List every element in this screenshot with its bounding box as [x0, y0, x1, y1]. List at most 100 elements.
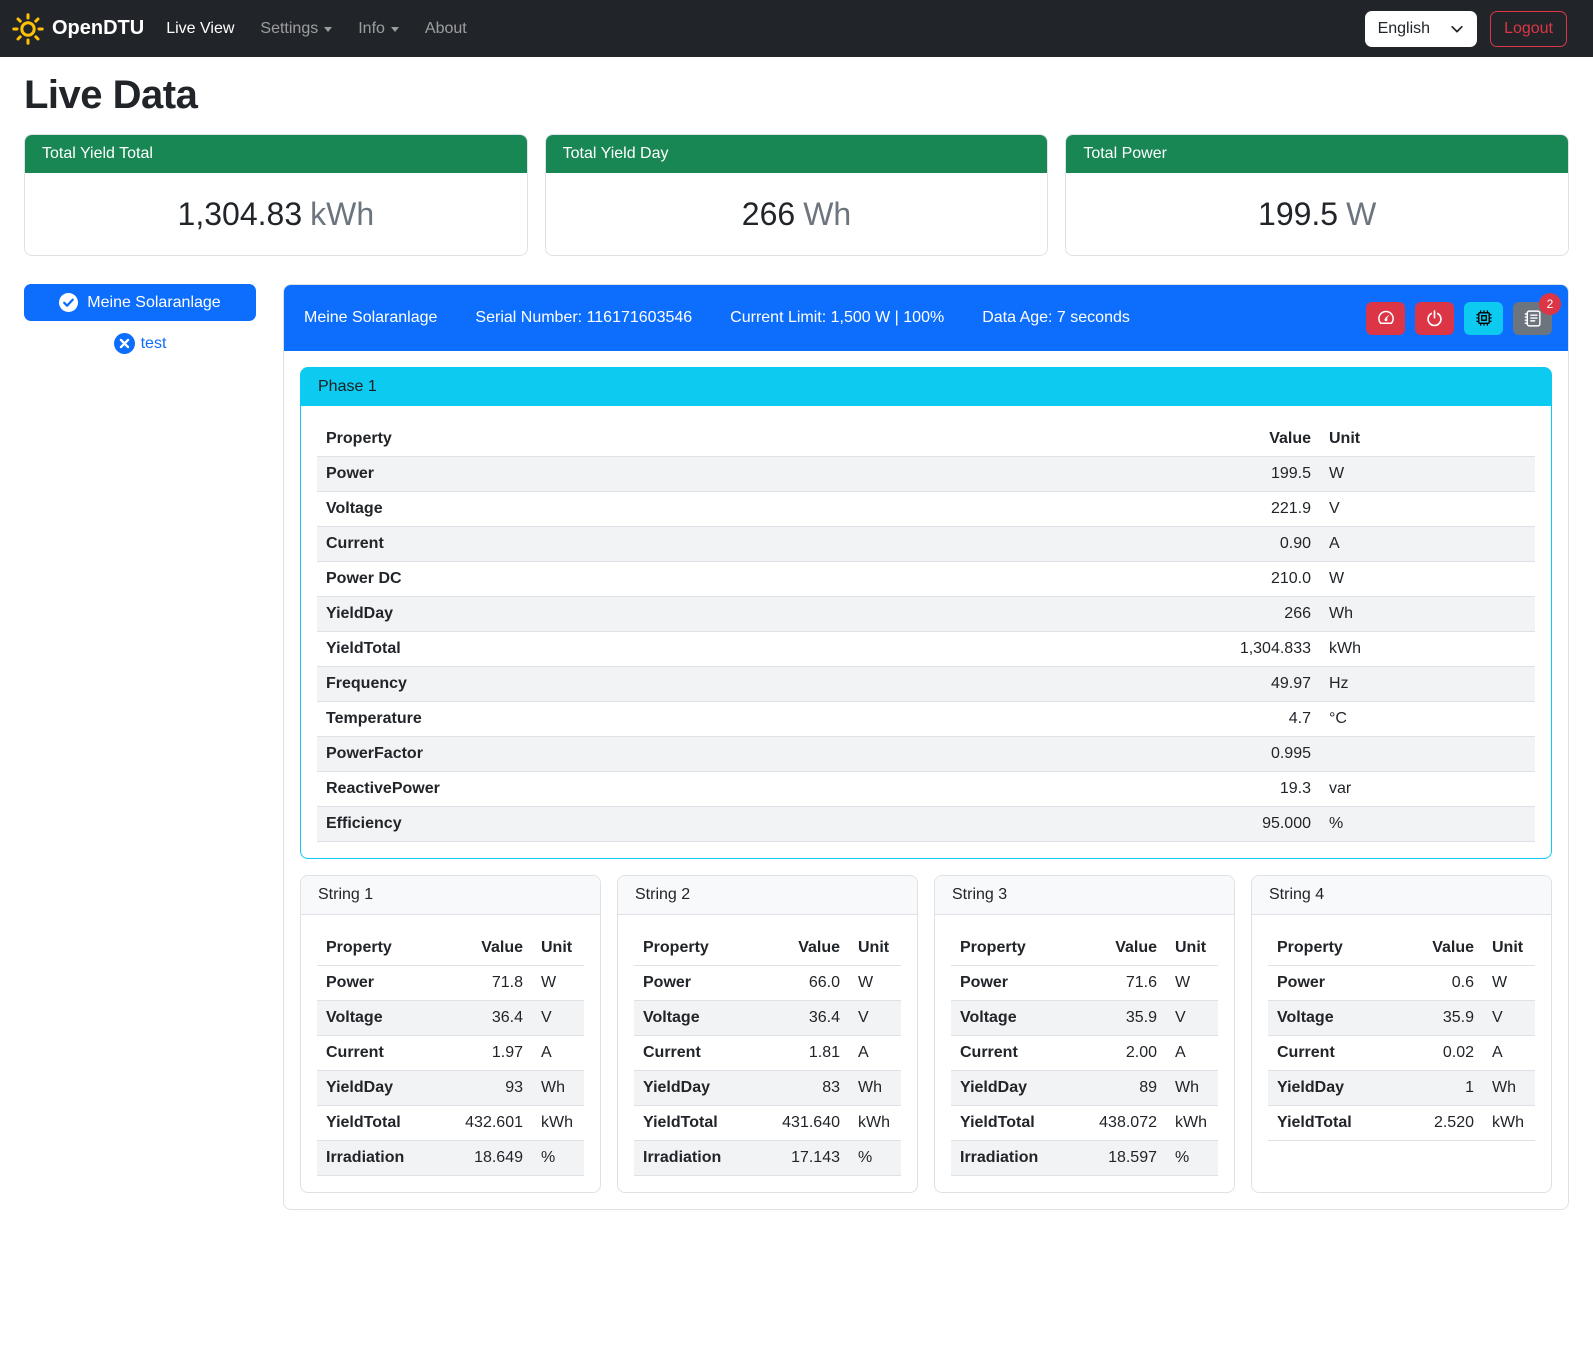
table-row: YieldDay89Wh: [951, 1071, 1218, 1106]
value-cell: 18.597: [1061, 1141, 1166, 1176]
nav-item-live-view[interactable]: Live View: [166, 20, 234, 38]
string-table-container: PropertyValueUnitPower0.6WVoltage35.9VCu…: [1268, 931, 1535, 1141]
property-cell: Current: [951, 1036, 1061, 1071]
inverter-card: Meine Solaranlage Serial Number: 1161716…: [283, 284, 1569, 1210]
property-cell: YieldDay: [317, 597, 915, 632]
unit-cell: A: [1320, 527, 1535, 562]
value-cell: 1.81: [744, 1036, 849, 1071]
page-title: Live Data: [24, 73, 1569, 118]
nav-item-info[interactable]: Info: [358, 20, 399, 38]
value-cell: 0.995: [915, 737, 1320, 772]
value-cell: 210.0: [915, 562, 1320, 597]
inverter-item-test[interactable]: test: [114, 333, 167, 354]
property-cell: Current: [634, 1036, 744, 1071]
table-row: Power71.6W: [951, 966, 1218, 1001]
value-cell: 4.7: [915, 702, 1320, 737]
value-cell: 2.00: [1061, 1036, 1166, 1071]
limit-settings-button[interactable]: [1366, 302, 1405, 335]
phase-card-title: Phase 1: [301, 368, 1551, 406]
brand-label: OpenDTU: [52, 17, 144, 40]
unit-cell: Wh: [849, 1071, 901, 1106]
nav-item-label: About: [425, 20, 467, 38]
table-row: Power DC210.0W: [317, 562, 1535, 597]
power-icon: [1425, 309, 1444, 328]
property-cell: Voltage: [317, 1001, 427, 1036]
unit-cell: V: [532, 1001, 584, 1036]
column-header: Value: [915, 422, 1320, 457]
nav-item-about[interactable]: About: [425, 20, 467, 38]
table-row: Irradiation18.597%: [951, 1141, 1218, 1176]
string-card-1: String 1 PropertyValueUnitPower71.8WVolt…: [300, 875, 601, 1193]
event-log-button[interactable]: 2: [1513, 302, 1552, 335]
language-select[interactable]: English: [1365, 11, 1477, 47]
inverter-data-age: Data Age: 7 seconds: [982, 309, 1130, 327]
data-table: PropertyValueUnitPower0.6WVoltage35.9VCu…: [1268, 931, 1535, 1141]
column-header: Unit: [1166, 931, 1218, 966]
table-row: Voltage35.9V: [951, 1001, 1218, 1036]
value-cell: 36.4: [427, 1001, 532, 1036]
brand[interactable]: OpenDTU: [12, 13, 144, 45]
table-row: Voltage35.9V: [1268, 1001, 1535, 1036]
table-row: Voltage36.4V: [634, 1001, 901, 1036]
property-cell: Irradiation: [634, 1141, 744, 1176]
power-button[interactable]: [1415, 302, 1454, 335]
inverter-sidebar: Meine Solaranlage test: [24, 284, 256, 354]
inverter-serial: Serial Number: 116171603546: [475, 309, 692, 327]
value-cell: 18.649: [427, 1141, 532, 1176]
column-header: Property: [1268, 931, 1378, 966]
phase-table-container: PropertyValueUnitPower199.5WVoltage221.9…: [317, 422, 1535, 842]
column-header: Property: [951, 931, 1061, 966]
string-card-title: String 2: [618, 876, 917, 915]
value-cell: 17.143: [744, 1141, 849, 1176]
speedometer-icon: [1376, 308, 1396, 328]
table-row: Irradiation18.649%: [317, 1141, 584, 1176]
table-row: YieldTotal431.640kWh: [634, 1106, 901, 1141]
chevron-down-icon: [1450, 22, 1464, 36]
table-row: Irradiation17.143%: [634, 1141, 901, 1176]
column-header: Property: [634, 931, 744, 966]
inverter-name: Meine Solaranlage: [304, 309, 437, 327]
table-row: Current1.97A: [317, 1036, 584, 1071]
unit-cell: Wh: [1320, 597, 1535, 632]
unit-cell: A: [1166, 1036, 1218, 1071]
string-card-3: String 3 PropertyValueUnitPower71.6WVolt…: [934, 875, 1235, 1193]
phase-card: Phase 1 PropertyValueUnitPower199.5WVolt…: [300, 367, 1552, 859]
column-header: Property: [317, 422, 915, 457]
property-cell: YieldDay: [634, 1071, 744, 1106]
table-row: Frequency49.97Hz: [317, 667, 1535, 702]
table-row: Temperature4.7°C: [317, 702, 1535, 737]
property-cell: Irradiation: [951, 1141, 1061, 1176]
device-info-button[interactable]: [1464, 302, 1503, 335]
card-title: Total Yield Total: [25, 135, 527, 173]
table-row: Power71.8W: [317, 966, 584, 1001]
property-cell: Power: [634, 966, 744, 1001]
value-cell: 71.8: [427, 966, 532, 1001]
column-header: Unit: [849, 931, 901, 966]
property-cell: Current: [317, 1036, 427, 1071]
card-unit: W: [1346, 196, 1376, 232]
event-count-badge: 2: [1539, 293, 1561, 315]
inverter-selected-label: Meine Solaranlage: [87, 294, 220, 312]
column-header: Unit: [1320, 422, 1535, 457]
chevron-down-icon: [391, 27, 399, 32]
value-cell: 1,304.833: [915, 632, 1320, 667]
unit-cell: V: [1166, 1001, 1218, 1036]
string-card-title: String 4: [1252, 876, 1551, 915]
table-row: Current0.90A: [317, 527, 1535, 562]
unit-cell: A: [849, 1036, 901, 1071]
value-cell: 36.4: [744, 1001, 849, 1036]
unit-cell: Wh: [532, 1071, 584, 1106]
property-cell: Power: [951, 966, 1061, 1001]
inverter-selected-button[interactable]: Meine Solaranlage: [24, 284, 256, 321]
table-row: YieldDay83Wh: [634, 1071, 901, 1106]
card-title: Total Power: [1066, 135, 1568, 173]
property-cell: YieldTotal: [317, 1106, 427, 1141]
unit-cell: kWh: [849, 1106, 901, 1141]
unit-cell: kWh: [1166, 1106, 1218, 1141]
property-cell: YieldTotal: [317, 632, 915, 667]
property-cell: ReactivePower: [317, 772, 915, 807]
strings-row: String 1 PropertyValueUnitPower71.8WVolt…: [300, 875, 1552, 1193]
nav-item-settings[interactable]: Settings: [260, 20, 332, 38]
property-cell: YieldDay: [317, 1071, 427, 1106]
logout-button[interactable]: Logout: [1490, 11, 1567, 47]
